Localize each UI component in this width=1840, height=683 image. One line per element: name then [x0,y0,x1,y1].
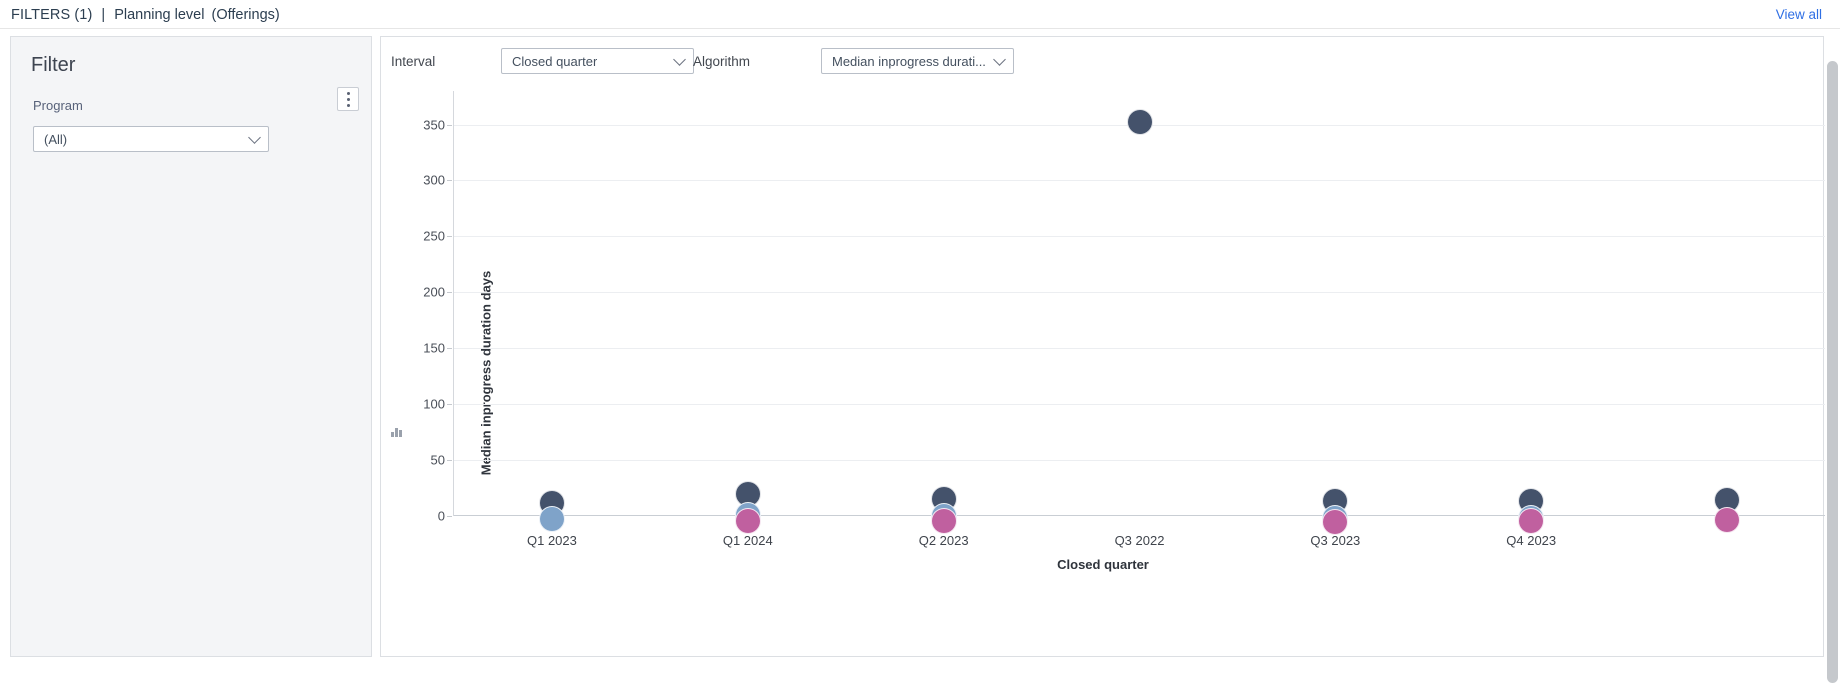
filter-panel: Filter Program (All) [10,36,372,657]
view-all-link[interactable]: View all [1776,0,1822,29]
filter-panel-title: Filter [31,54,76,76]
y-tick-label: 0 [437,508,445,524]
x-axis-title: Closed quarter [1057,557,1149,572]
interval-select[interactable]: Closed quarter [501,48,694,74]
data-point-marker[interactable] [1322,509,1349,536]
chart-controls-bar: Interval Closed quarter Algorithm Median… [381,37,1823,89]
y-tick-mark [447,348,452,350]
x-tick-label: Q3 2022 [1114,533,1165,548]
data-point-marker[interactable] [538,506,565,533]
y-tick-label: 100 [423,396,445,412]
y-tick-mark [447,292,452,294]
y-tick-mark [447,236,452,238]
filter-options-kebab-icon[interactable] [337,87,359,111]
scatter-plot: Median inprogress duration days 0 50 100 15… [381,89,1825,657]
data-point-marker[interactable] [1126,109,1153,136]
y-tick-mark [447,180,452,182]
chart-panel: Interval Closed quarter Algorithm Median… [380,36,1825,657]
algorithm-value: Median inprogress durati... [832,53,986,69]
x-tick-label: Q3 2023 [1310,533,1361,548]
gridline [454,460,1825,462]
x-tick-label: Q2 2023 [918,533,969,548]
planning-level-value: (Offerings) [211,6,280,23]
algorithm-label: Algorithm [693,54,751,69]
y-tick-label: 150 [423,340,445,356]
body-area: Filter Program (All) Interval Closed qua… [0,29,1840,683]
y-tick-mark [447,460,452,462]
y-tick-mark [447,124,452,126]
y-tick-label: 250 [423,228,445,244]
data-point-marker[interactable] [1518,508,1545,535]
data-point-marker[interactable] [1714,507,1741,534]
data-point-marker[interactable] [734,508,761,535]
chevron-down-icon [673,53,686,66]
plot-area [454,91,1825,536]
y-tick-mark [447,516,452,517]
y-tick-label: 350 [423,117,445,133]
filter-breadcrumb: FILTERS (1) | Planning level (Offerings) [11,0,280,29]
program-filter-value: (All) [44,131,68,147]
interval-value: Closed quarter [512,53,598,69]
x-tick-label: Q1 2024 [722,533,773,548]
gridline [454,292,1825,294]
data-point-marker[interactable] [930,508,957,535]
planning-level-label: Planning level [114,6,205,23]
gridline [454,348,1825,350]
bar-chart-measure-icon [391,426,403,437]
y-axis-tick-labels: 0 50 100 150 200 250 300 350 [409,89,445,523]
algorithm-select[interactable]: Median inprogress durati... [821,48,1014,74]
y-tick-mark [447,404,452,406]
vertical-scrollbar-thumb[interactable] [1827,61,1838,683]
top-filter-bar: FILTERS (1) | Planning level (Offerings)… [0,0,1840,29]
program-field-label: Program [33,98,83,113]
y-tick-label: 200 [423,284,445,300]
interval-label: Interval [391,54,436,69]
gridline [454,236,1825,238]
vertical-scrollbar[interactable] [1827,61,1838,683]
y-tick-label: 300 [423,172,445,188]
x-tick-label: Q1 2023 [526,533,577,548]
x-tick-label: Q4 2023 [1506,533,1557,548]
gridline [454,180,1825,182]
breadcrumb-separator: | [101,6,106,23]
y-tick-label: 50 [430,452,445,468]
chevron-down-icon [993,53,1006,66]
chevron-down-icon [248,131,261,144]
filters-count-label: FILTERS (1) [11,6,93,23]
program-filter-select[interactable]: (All) [33,126,269,152]
gridline [454,404,1825,406]
